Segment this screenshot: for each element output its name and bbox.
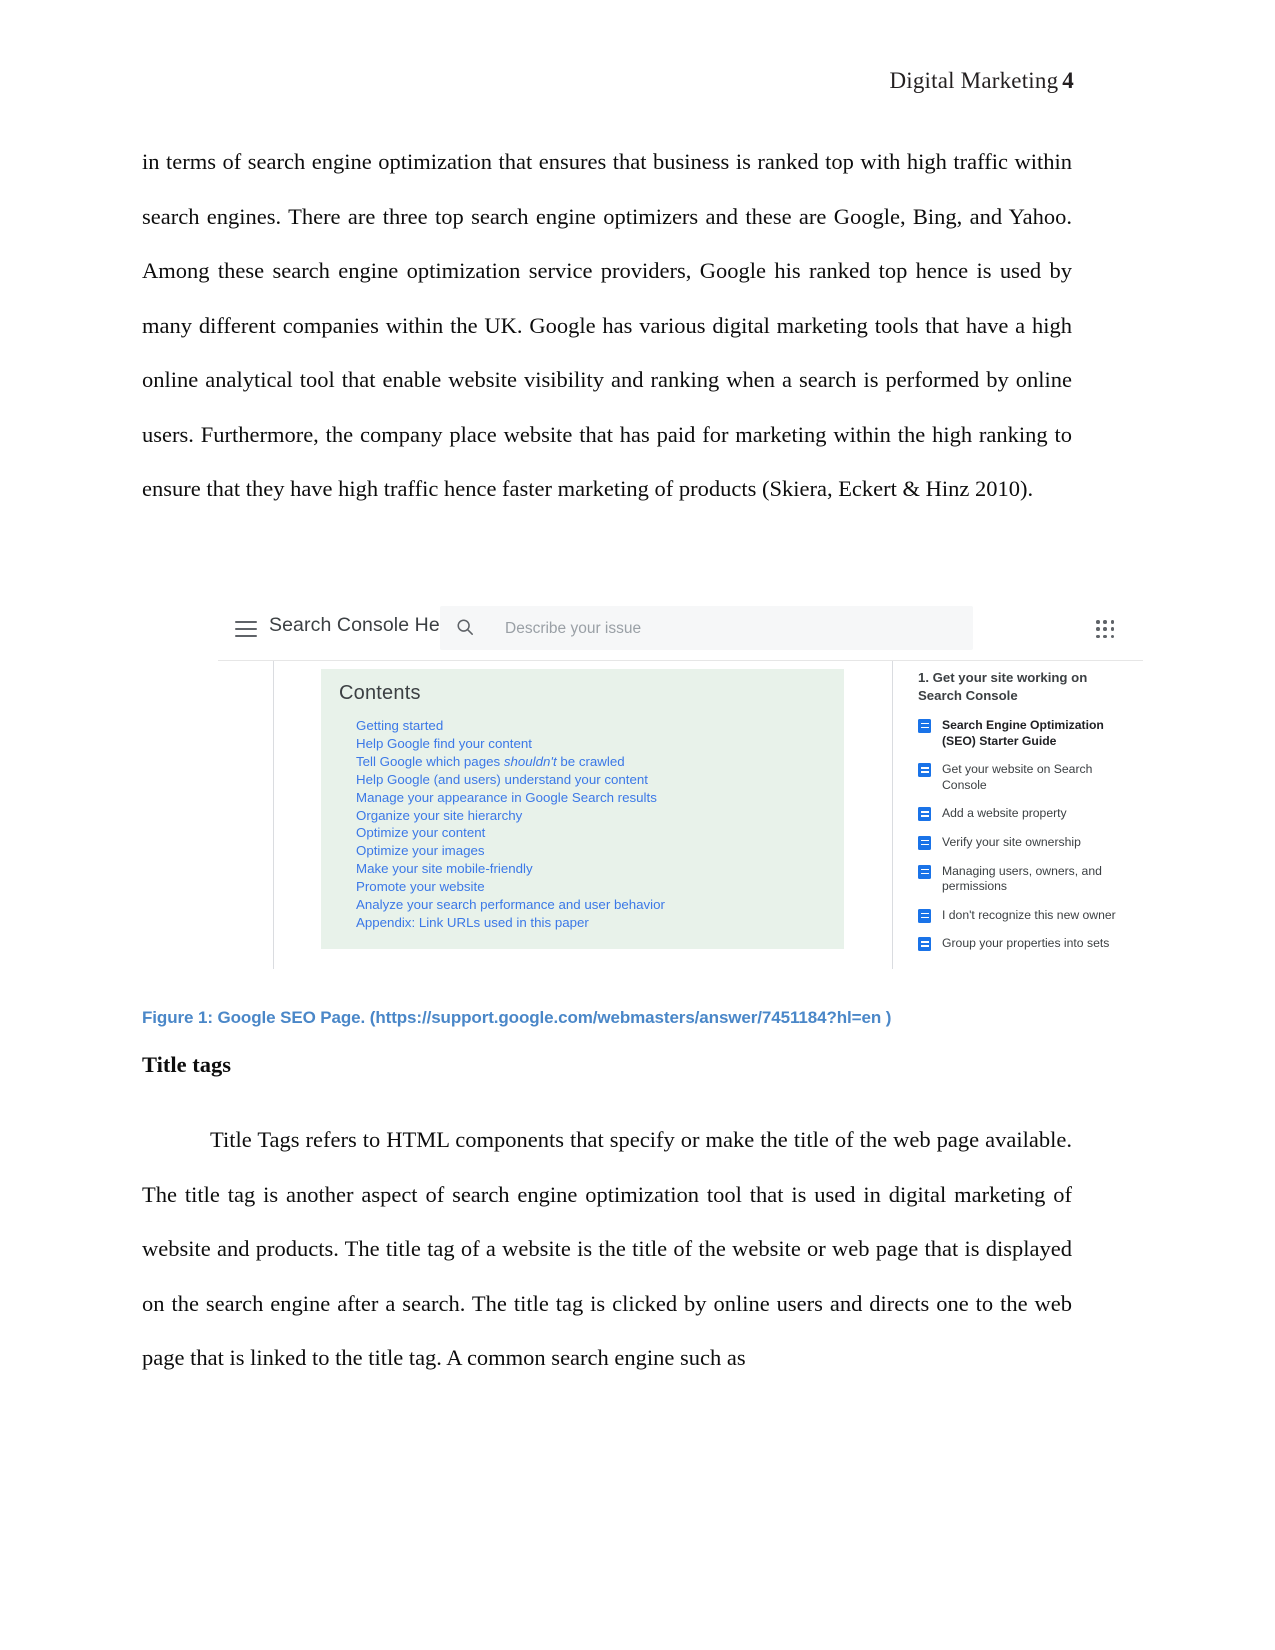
related-article-label: Get your website on Search Console <box>942 762 1093 792</box>
paragraph-body-2-text: Title Tags refers to HTML components tha… <box>142 1127 1072 1370</box>
contents-link[interactable]: Analyze your search performance and user… <box>356 896 826 914</box>
contents-link[interactable]: Manage your appearance in Google Search … <box>356 789 826 807</box>
hamburger-menu-icon[interactable] <box>235 621 257 637</box>
related-articles-list: Search Engine Optimization (SEO) Starter… <box>918 718 1143 952</box>
contents-link[interactable]: Tell Google which pages shouldn't be cra… <box>356 753 826 771</box>
contents-link[interactable]: Help Google find your content <box>356 735 826 753</box>
related-articles-panel: 1. Get your site working on Search Conso… <box>918 669 1143 965</box>
running-header-title: Digital Marketing <box>889 68 1059 93</box>
contents-title: Contents <box>339 682 421 704</box>
contents-link[interactable]: Promote your website <box>356 878 826 896</box>
article-document-icon <box>918 807 931 822</box>
related-article-item[interactable]: Managing users, owners, and permissions <box>918 864 1133 895</box>
search-input[interactable] <box>503 606 957 652</box>
related-article-item[interactable]: Search Engine Optimization (SEO) Starter… <box>918 718 1133 749</box>
related-article-item[interactable]: Add a website property <box>918 806 1133 822</box>
right-divider <box>892 661 893 969</box>
section-heading-title-tags: Title tags <box>142 1052 231 1077</box>
paragraph-body-2: Title Tags refers to HTML components tha… <box>142 1113 1072 1386</box>
related-article-label: Add a website property <box>942 806 1067 821</box>
contents-box: Contents Getting started Help Google find… <box>321 669 844 949</box>
article-document-icon <box>918 763 931 778</box>
article-document-icon <box>918 864 931 879</box>
related-article-item[interactable]: I don't recognize this new owner <box>918 908 1133 924</box>
search-console-topbar: Search Console Help <box>218 602 1143 661</box>
apps-grid-icon[interactable] <box>1096 620 1115 639</box>
related-article-item[interactable]: Get your website on Search Console <box>918 762 1133 793</box>
related-articles-heading: 1. Get your site working on Search Conso… <box>918 670 1088 703</box>
related-article-label: Verify your site ownership <box>942 834 1081 849</box>
left-divider <box>273 661 274 969</box>
article-document-icon <box>918 719 931 733</box>
figure-google-seo-page: Search Console Help Contents Getting sta… <box>218 588 1143 976</box>
paragraph-body-1: in terms of search engine optimization t… <box>142 149 1072 501</box>
search-bar[interactable] <box>440 606 973 652</box>
page-number: 4 <box>1062 68 1074 93</box>
contents-link[interactable]: Getting started <box>356 717 826 735</box>
related-article-label: Group your properties into sets <box>942 936 1110 951</box>
contents-link[interactable]: Optimize your content <box>356 824 826 842</box>
related-article-label: I don't recognize this new owner <box>942 907 1116 922</box>
search-console-content: Contents Getting started Help Google find… <box>218 661 1143 976</box>
article-document-icon <box>918 937 931 952</box>
article-document-icon <box>918 835 931 850</box>
article-document-icon <box>918 908 931 923</box>
related-article-label: Search Engine Optimization (SEO) Starter… <box>942 718 1104 748</box>
related-article-item[interactable]: Group your properties into sets <box>918 936 1133 952</box>
contents-link[interactable]: Help Google (and users) understand your … <box>356 771 826 789</box>
related-article-item[interactable]: Verify your site ownership <box>918 835 1133 851</box>
contents-link-list: Getting started Help Google find your con… <box>356 717 826 932</box>
contents-link[interactable]: Make your site mobile-friendly <box>356 860 826 878</box>
figure-caption: Figure 1: Google SEO Page. (https://supp… <box>142 1008 892 1027</box>
related-article-label: Managing users, owners, and permissions <box>942 863 1102 894</box>
search-icon <box>457 619 473 635</box>
product-title: Search Console Help <box>269 614 456 636</box>
contents-link[interactable]: Appendix: Link URLs used in this paper <box>356 914 826 932</box>
contents-link[interactable]: Organize your site hierarchy <box>356 807 826 825</box>
contents-link[interactable]: Optimize your images <box>356 842 826 860</box>
document-page: Digital Marketing 4 in terms of search en… <box>0 0 1275 1650</box>
running-header: Digital Marketing 4 <box>142 68 1074 94</box>
